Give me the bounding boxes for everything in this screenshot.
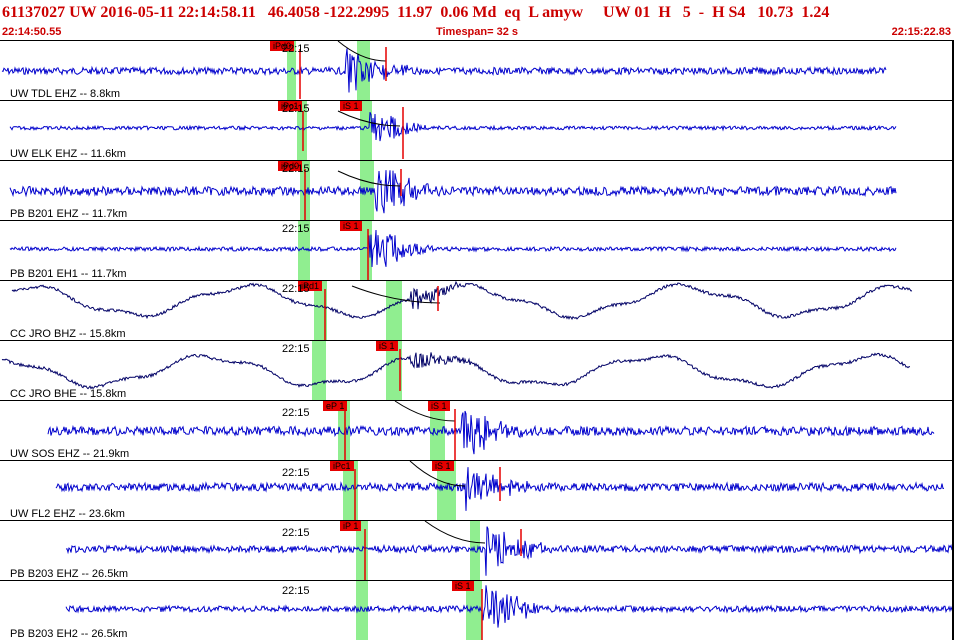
event-header: 61137027 UW 2016-05-11 22:14:58.11 46.40…	[0, 0, 954, 40]
end-time-label: 22:15:22.83	[891, 26, 951, 38]
waveform-plot[interactable]	[0, 101, 954, 161]
trace-panel[interactable]: iPd0 22:15 UW TDL EHZ -- 8.8km	[0, 40, 954, 101]
station-label: PB B203 EHZ -- 26.5km	[10, 568, 128, 580]
station-label: PB B201 EH1 -- 11.7km	[10, 268, 127, 280]
station-label: UW SOS EHZ -- 21.9km	[10, 448, 130, 460]
trace-panel[interactable]: iS 1 22:15 PB B203 EH2 -- 26.5km	[0, 580, 954, 640]
waveform-plot[interactable]	[0, 581, 954, 640]
waveform-plot[interactable]	[0, 221, 954, 281]
waveform-trace	[9, 229, 897, 268]
time-tick-label: 22:15	[282, 343, 310, 355]
station-label: CC JRO BHZ -- 15.8km	[10, 328, 126, 340]
station-label: PB B203 EH2 -- 26.5km	[10, 628, 128, 640]
trace-panel[interactable]: iPd0 22:15 PB B201 EHZ -- 11.7km	[0, 160, 954, 221]
trace-panel[interactable]: iS 1 22:15 CC JRO BHE -- 15.8km	[0, 340, 954, 401]
waveform-plot[interactable]	[0, 281, 954, 341]
station-label: CC JRO BHE -- 15.8km	[10, 388, 127, 400]
p-pick-tag[interactable]: eP 1	[323, 401, 348, 411]
s-pick-tag[interactable]: iS 1	[340, 101, 362, 111]
time-tick-label: 22:15	[282, 43, 310, 55]
waveform-plot[interactable]	[0, 41, 954, 101]
trace-panels[interactable]: iPd0 22:15 UW TDL EHZ -- 8.8km iPc1 iS 1…	[0, 40, 954, 640]
s-pick-tag[interactable]: iS 1	[340, 221, 362, 231]
timespan-label: Timespan= 32 s	[435, 26, 519, 38]
time-tick-label: 22:15	[282, 223, 310, 235]
time-tick-label: 22:15	[282, 283, 310, 295]
waveform-trace	[1, 352, 911, 390]
time-tick-label: 22:15	[282, 527, 310, 539]
trace-panel[interactable]: iS 1 22:15 PB B201 EH1 -- 11.7km	[0, 220, 954, 281]
time-tick-label: 22:15	[282, 103, 310, 115]
time-tick-label: 22:15	[282, 467, 310, 479]
waveform-plot[interactable]	[0, 521, 954, 581]
waveform-trace	[9, 170, 897, 214]
station-label: PB B201 EHZ -- 11.7km	[10, 208, 128, 220]
station-label: UW FL2 EHZ -- 23.6km	[10, 508, 125, 520]
waveform-plot[interactable]	[0, 401, 954, 461]
waveform-trace	[1, 48, 887, 93]
trace-panel[interactable]: iPc1 iS 1 22:15 UW FL2 EHZ -- 23.6km	[0, 460, 954, 521]
waveform-plot[interactable]	[0, 461, 954, 521]
event-summary-line: 61137027 UW 2016-05-11 22:14:58.11 46.40…	[2, 4, 830, 21]
station-label: UW TDL EHZ -- 8.8km	[10, 88, 121, 100]
waveform-trace	[65, 585, 954, 628]
waveform-trace	[11, 281, 913, 321]
p-pick-tag[interactable]: iPc1	[330, 461, 354, 471]
p-pick-tag[interactable]: iP 1	[340, 521, 362, 531]
waveform-trace	[9, 112, 897, 142]
s-pick-tag[interactable]: iS 1	[432, 461, 454, 471]
waveform-trace	[47, 410, 935, 455]
seismogram-viewer: 61137027 UW 2016-05-11 22:14:58.11 46.40…	[0, 0, 954, 640]
trace-panel[interactable]: eP 1 iS 1 22:15 UW SOS EHZ -- 21.9km	[0, 400, 954, 461]
time-tick-label: 22:15	[282, 163, 310, 175]
time-tick-label: 22:15	[282, 585, 310, 597]
waveform-plot[interactable]	[0, 161, 954, 221]
trace-panel[interactable]: iPd1 22:15 CC JRO BHZ -- 15.8km	[0, 280, 954, 341]
s-window	[386, 281, 402, 341]
waveform-trace	[65, 526, 954, 576]
s-window	[360, 101, 372, 161]
s-pick-tag[interactable]: iS 1	[376, 341, 398, 351]
time-range-bar: 22:14:50.55 Timespan= 32 s 22:15:22.83	[0, 25, 954, 39]
s-pick-tag[interactable]: iS 1	[428, 401, 450, 411]
trace-panel[interactable]: iPc1 iS 1 22:15 UW ELK EHZ -- 11.6km	[0, 100, 954, 161]
station-label: UW ELK EHZ -- 11.6km	[10, 148, 126, 160]
p-window	[312, 341, 326, 401]
trace-panel[interactable]: iP 1 22:15 PB B203 EHZ -- 26.5km	[0, 520, 954, 581]
s-pick-tag[interactable]: iS 1	[452, 581, 474, 591]
time-tick-label: 22:15	[282, 407, 310, 419]
waveform-plot[interactable]	[0, 341, 954, 401]
